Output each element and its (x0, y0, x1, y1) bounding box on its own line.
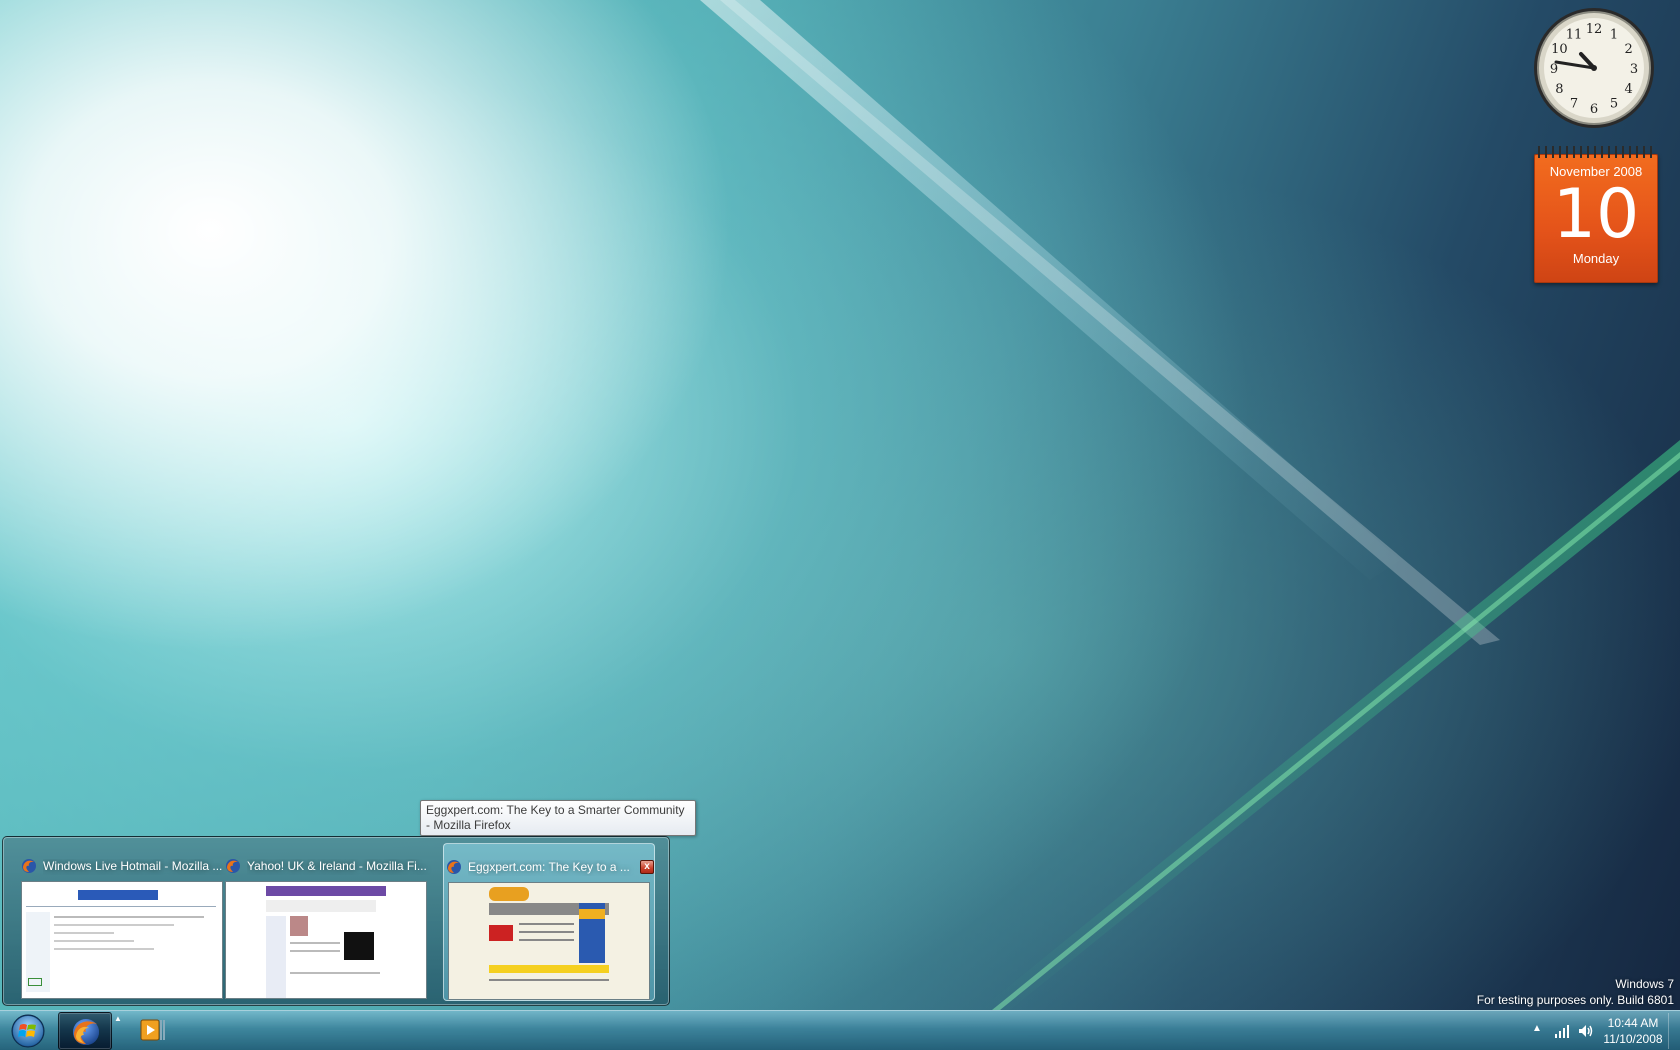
clock-numeral: 9 (1550, 62, 1558, 77)
clock-numeral: 10 (1551, 42, 1568, 57)
taskbar-firefox-button[interactable] (58, 1012, 112, 1050)
firefox-icon (21, 858, 37, 874)
windows-start-orb-icon (11, 1014, 45, 1048)
network-icon[interactable] (1554, 1023, 1570, 1039)
firefox-icon (225, 858, 241, 874)
watermark-build-info: For testing purposes only. Build 6801 (1476, 993, 1674, 1007)
volume-icon[interactable] (1578, 1023, 1594, 1039)
firefox-icon (73, 1019, 99, 1045)
clock-numeral: 1 (1610, 27, 1618, 42)
media-player-icon (140, 1019, 165, 1041)
clock-numeral: 6 (1590, 102, 1598, 117)
tray-time: 10:44 AM (1607, 1016, 1659, 1030)
thumbnail-preview-yahoo (225, 881, 427, 999)
taskbar-expander-arrow[interactable]: ▲ (114, 1014, 124, 1023)
watermark-os-name: Windows 7 (1615, 977, 1674, 991)
clock-gadget[interactable]: 12 1 2 3 4 5 6 7 8 9 10 11 (1532, 6, 1656, 130)
start-button[interactable] (4, 1012, 52, 1050)
thumbnail-preview-hotmail (21, 881, 223, 999)
calendar-page: November 2008 10 Monday (1534, 154, 1658, 283)
clock-face: 12 12 3 45678 9 1011 (1534, 8, 1654, 128)
tray-date: 11/10/2008 (1603, 1032, 1663, 1046)
thumbnail-title: Eggxpert.com: The Key to a ... (468, 860, 630, 874)
clock-numeral: 11 (1566, 27, 1583, 42)
clock-numeral: 2 (1624, 42, 1632, 57)
clock-numeral: 5 (1610, 97, 1618, 112)
thumbnail-yahoo[interactable]: Yahoo! UK & Ireland - Mozilla Fi... (223, 843, 435, 1001)
clock-numeral: 12 (1586, 22, 1603, 37)
thumbnail-title: Yahoo! UK & Ireland - Mozilla Fi... (247, 859, 427, 873)
tray-show-hidden-icons-button[interactable]: ▲ (1532, 1023, 1542, 1034)
taskbar: ▲ ▲ 10:44 AM 11/10/2008 (0, 1010, 1680, 1050)
thumbnail-hotmail[interactable]: Windows Live Hotmail - Mozilla ... (9, 843, 223, 1001)
thumbnail-eggxpert[interactable]: Eggxpert.com: The Key to a ... x (443, 843, 655, 1001)
clock-numeral: 8 (1555, 82, 1563, 97)
calendar-binding-rings (1538, 146, 1654, 158)
build-watermark: Windows 7 For testing purposes only. Bui… (1477, 976, 1674, 1008)
tray-clock[interactable]: 10:44 AM 11/10/2008 (1600, 1015, 1666, 1047)
thumbnail-preview-eggxpert (448, 882, 650, 1000)
clock-numeral: 7 (1570, 97, 1578, 112)
thumbnail-close-button[interactable]: x (640, 860, 654, 874)
calendar-day-number: 10 (1552, 175, 1640, 254)
thumbnail-title: Windows Live Hotmail - Mozilla ... (43, 859, 223, 873)
calendar-gadget[interactable]: November 2008 10 Monday (1534, 146, 1658, 283)
show-desktop-button[interactable] (1668, 1013, 1678, 1049)
clock-numeral: 4 (1624, 82, 1632, 97)
taskbar-thumbnail-flyout: Windows Live Hotmail - Mozilla ... Yahoo… (2, 836, 670, 1006)
clock-numeral: 3 (1630, 62, 1638, 77)
firefox-icon (446, 859, 462, 875)
taskbar-media-player-button[interactable] (128, 1012, 182, 1050)
window-title-tooltip: Eggxpert.com: The Key to a Smarter Commu… (420, 800, 696, 836)
